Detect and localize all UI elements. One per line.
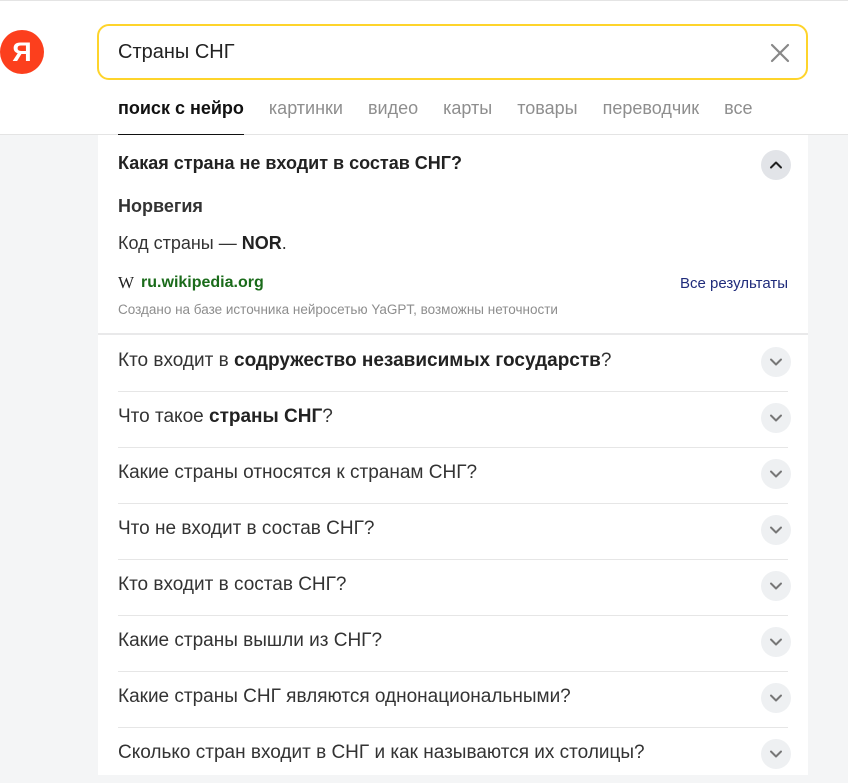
- search-input[interactable]: [118, 39, 738, 65]
- questions-card: Какая страна не входит в состав СНГ? Нор…: [98, 135, 808, 775]
- question-text-bold: страны СНГ: [209, 406, 323, 427]
- question-text-part: Сколько стран входит в СНГ и как называю…: [118, 742, 645, 763]
- question-text: Какие страны СНГ являются однонациональн…: [118, 686, 571, 708]
- chevron-down-icon: [770, 358, 782, 366]
- question-text: Сколько стран входит в СНГ и как называю…: [118, 742, 645, 764]
- chevron-down-icon: [770, 582, 782, 590]
- question-text-bold: содружество независимых государств: [234, 350, 601, 371]
- source-link[interactable]: ru.wikipedia.org: [141, 274, 264, 292]
- question-text-part: Что такое: [118, 406, 209, 427]
- question-text-part: Кто входит в: [118, 350, 234, 371]
- chevron-down-icon: [770, 414, 782, 422]
- tab-video[interactable]: видео: [368, 95, 418, 135]
- expand-button[interactable]: [761, 515, 791, 545]
- chevron-down-icon: [770, 526, 782, 534]
- yandex-logo[interactable]: Я: [0, 30, 44, 74]
- featured-question[interactable]: Какая страна не входит в состав СНГ?: [118, 153, 462, 174]
- search-tabs: поиск с нейро картинки видео карты товар…: [118, 95, 778, 136]
- expand-button[interactable]: [761, 571, 791, 601]
- header: Я поиск с нейро картинки видео карты тов…: [0, 0, 848, 136]
- related-question[interactable]: Сколько стран входит в СНГ и как называю…: [118, 727, 791, 783]
- expand-button[interactable]: [761, 347, 791, 377]
- expand-button[interactable]: [761, 459, 791, 489]
- search-box[interactable]: [97, 24, 808, 80]
- question-text-part: Что не входит в состав СНГ?: [118, 518, 375, 539]
- related-question[interactable]: Какие страны вышли из СНГ?: [118, 615, 791, 672]
- related-question[interactable]: Кто входит в состав СНГ?: [118, 559, 791, 616]
- logo-letter: Я: [12, 37, 32, 67]
- chevron-down-icon: [770, 694, 782, 702]
- ai-disclaimer: Создано на базе источника нейросетью YaG…: [118, 302, 558, 317]
- expand-button[interactable]: [761, 683, 791, 713]
- expand-button[interactable]: [761, 739, 791, 769]
- question-text: Какие страны вышли из СНГ?: [118, 630, 382, 652]
- expand-button[interactable]: [761, 627, 791, 657]
- tab-translator[interactable]: переводчик: [603, 95, 700, 135]
- question-text-part: Какие страны относятся к странам СНГ?: [118, 462, 478, 483]
- question-text: Что такое страны СНГ?: [118, 406, 333, 428]
- all-results-link[interactable]: Все результаты: [680, 275, 788, 292]
- answer-prefix: Код страны —: [118, 233, 242, 253]
- answer-text: Код страны — NOR.: [118, 233, 287, 254]
- question-text-part: Кто входит в состав СНГ?: [118, 574, 347, 595]
- chevron-down-icon: [770, 470, 782, 478]
- question-text-part: Какие страны СНГ являются однонациональн…: [118, 686, 571, 707]
- question-text: Что не входит в состав СНГ?: [118, 518, 374, 540]
- question-text-part: ?: [322, 406, 333, 427]
- tab-all[interactable]: все: [724, 95, 752, 135]
- related-question[interactable]: Какие страны относятся к странам СНГ?: [118, 447, 791, 504]
- related-question[interactable]: Кто входит в содружество независимых гос…: [118, 335, 791, 392]
- chevron-down-icon: [770, 638, 782, 646]
- answer-bold: NOR: [241, 233, 282, 253]
- tab-images[interactable]: картинки: [269, 95, 343, 135]
- source: W ru.wikipedia.org: [118, 273, 264, 293]
- close-icon: [770, 43, 790, 63]
- question-text: Кто входит в содружество независимых гос…: [118, 350, 611, 372]
- tab-products[interactable]: товары: [517, 95, 577, 135]
- related-question[interactable]: Что такое страны СНГ?: [118, 391, 791, 448]
- answer-suffix: .: [281, 233, 287, 253]
- collapse-button[interactable]: [761, 150, 791, 180]
- question-text-part: ?: [600, 350, 612, 371]
- expand-button[interactable]: [761, 403, 791, 433]
- question-text-part: Какие страны вышли из СНГ?: [118, 630, 383, 651]
- question-text: Кто входит в состав СНГ?: [118, 574, 347, 596]
- chevron-down-icon: [770, 750, 782, 758]
- tab-maps[interactable]: карты: [443, 95, 492, 135]
- wikipedia-icon: W: [118, 273, 135, 292]
- chevron-up-icon: [770, 161, 782, 169]
- clear-search-button[interactable]: [768, 41, 792, 65]
- related-question[interactable]: Что не входит в состав СНГ?: [118, 503, 791, 560]
- tab-neuro-search[interactable]: поиск с нейро: [118, 95, 244, 136]
- answer-title: Норвегия: [118, 196, 203, 216]
- related-question[interactable]: Какие страны СНГ являются однонациональн…: [118, 671, 791, 728]
- question-text: Какие страны относятся к странам СНГ?: [118, 462, 477, 484]
